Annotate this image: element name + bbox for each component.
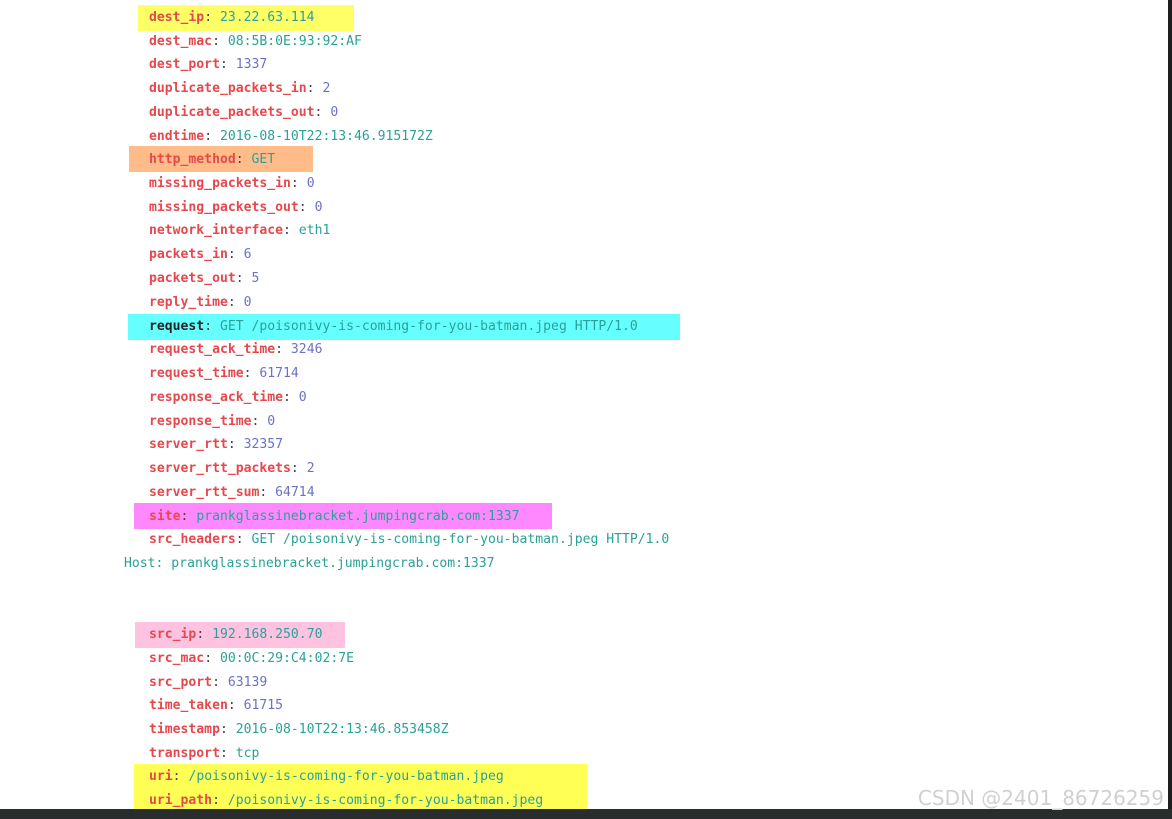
field-row-http-method: http_method: GET xyxy=(149,152,276,167)
src-headers-continuation: Host: prankglassinebracket.jumpingcrab.c… xyxy=(124,556,495,571)
field-row-time-taken: time_taken: 61715 xyxy=(149,698,284,713)
field-row-uri-path: uri_path: /poisonivy-is-coming-for-you-b… xyxy=(149,793,544,808)
field-row-request-time: request_time: 61714 xyxy=(149,366,299,381)
field-row-server-rtt: server_rtt: 32357 xyxy=(149,437,284,452)
field-row-timestamp: timestamp: 2016-08-10T22:13:46.853458Z xyxy=(149,722,449,737)
field-row-network-interface: network_interface: eth1 xyxy=(149,223,331,238)
field-row-transport: transport: tcp xyxy=(149,746,260,761)
field-row-endtime: endtime: 2016-08-10T22:13:46.915172Z xyxy=(149,129,433,144)
field-row-packets-out: packets_out: 5 xyxy=(149,271,260,286)
field-row-server-rtt-packets: server_rtt_packets: 2 xyxy=(149,461,315,476)
field-row-dest-mac: dest_mac: 08:5B:0E:93:92:AF xyxy=(149,34,362,49)
field-row-uri: uri: /poisonivy-is-coming-for-you-batman… xyxy=(149,769,504,784)
field-row-request: request: GET /poisonivy-is-coming-for-yo… xyxy=(149,319,638,334)
event-fields-panel: dest_ip: 23.22.63.114 dest_mac: 08:5B:0E… xyxy=(0,0,1168,809)
field-row-response-ack-time: response_ack_time: 0 xyxy=(149,390,307,405)
watermark-text: CSDN @2401_86726259 xyxy=(917,786,1164,810)
field-row-missing-packets-in: missing_packets_in: 0 xyxy=(149,176,315,191)
field-row-packets-in: packets_in: 6 xyxy=(149,247,252,262)
field-row-src-port: src_port: 63139 xyxy=(149,675,268,690)
field-row-dest-port: dest_port: 1337 xyxy=(149,57,268,72)
field-row-missing-packets-out: missing_packets_out: 0 xyxy=(149,200,323,215)
field-row-src-ip: src_ip: 192.168.250.70 xyxy=(149,627,323,642)
field-row-server-rtt-sum: server_rtt_sum: 64714 xyxy=(149,485,315,500)
field-row-src-mac: src_mac: 00:0C:29:C4:02:7E xyxy=(149,651,354,666)
bottom-frame-strip xyxy=(0,809,1172,819)
field-row-duplicate-packets-in: duplicate_packets_in: 2 xyxy=(149,81,331,96)
field-row-src-headers: src_headers: GET /poisonivy-is-coming-fo… xyxy=(149,532,670,547)
field-row-duplicate-packets-out: duplicate_packets_out: 0 xyxy=(149,105,339,120)
screenshot-viewport: dest_ip: 23.22.63.114 dest_mac: 08:5B:0E… xyxy=(0,0,1172,819)
field-row-response-time: response_time: 0 xyxy=(149,414,276,429)
field-row-request-ack-time: request_ack_time: 3246 xyxy=(149,342,323,357)
field-row-dest-ip: dest_ip: 23.22.63.114 xyxy=(149,10,315,25)
field-row-reply-time: reply_time: 0 xyxy=(149,295,252,310)
field-row-site: site: prankglassinebracket.jumpingcrab.c… xyxy=(149,509,520,524)
